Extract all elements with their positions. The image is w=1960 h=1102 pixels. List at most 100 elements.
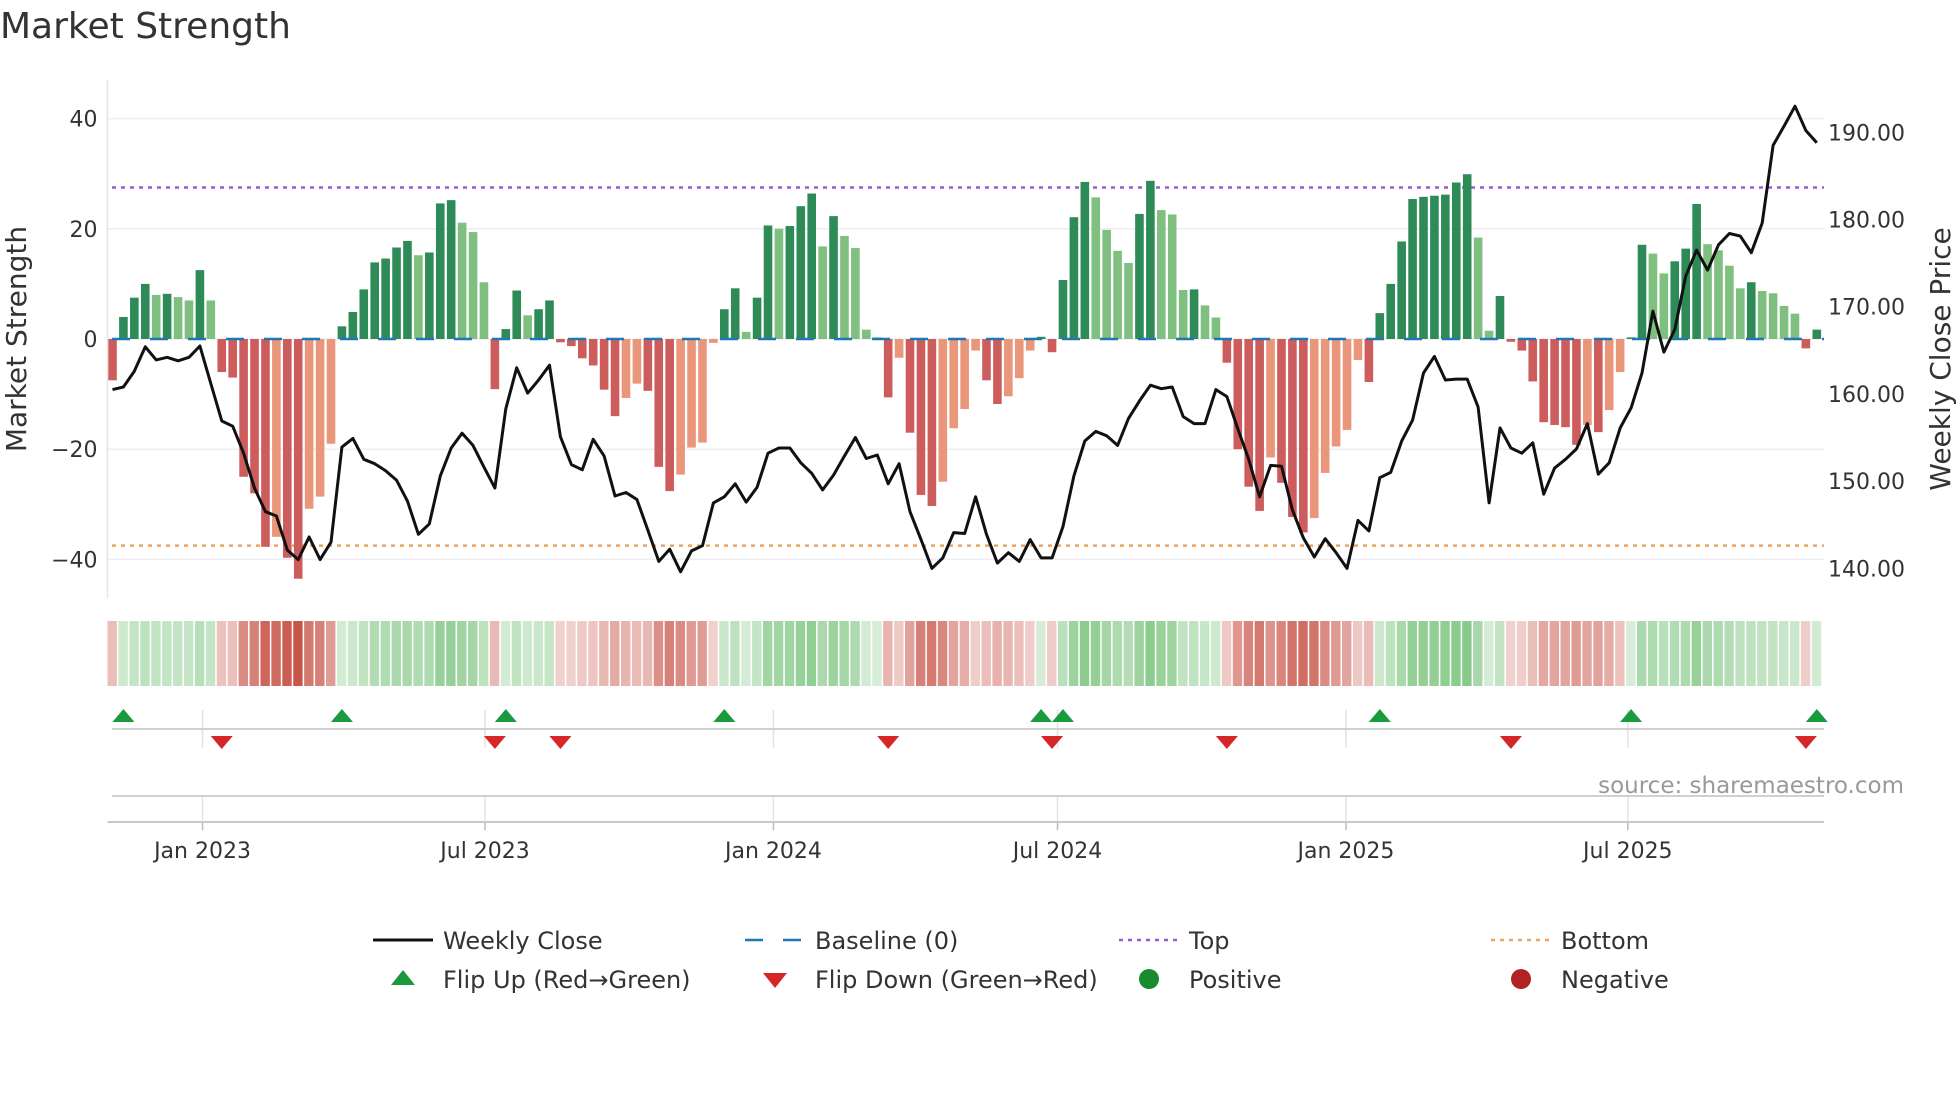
strength-bar bbox=[1757, 291, 1767, 339]
chart-title: Market Strength bbox=[0, 6, 291, 47]
strip-cell bbox=[544, 621, 554, 686]
legend-label: Flip Down (Green→Red) bbox=[815, 966, 1098, 994]
strength-bar bbox=[1266, 339, 1275, 458]
strength-bar bbox=[1277, 339, 1286, 483]
strip-cell bbox=[151, 621, 161, 686]
strip-cell bbox=[1724, 621, 1734, 686]
strip-cell bbox=[249, 621, 259, 686]
strip-cell bbox=[642, 621, 653, 686]
x-tick-label: Jul 2025 bbox=[1581, 839, 1673, 864]
legend-item-bottom: Bottom bbox=[1491, 927, 1649, 955]
strip-cell bbox=[489, 621, 500, 686]
flip-markers-panel bbox=[112, 709, 1828, 822]
strength-bar bbox=[938, 339, 948, 482]
strip-cell bbox=[1189, 621, 1199, 686]
strength-bar bbox=[1572, 339, 1581, 445]
strip-cell bbox=[1396, 621, 1407, 686]
flip-up-marker bbox=[1805, 709, 1828, 722]
strength-bar bbox=[1364, 339, 1374, 382]
strip-cell bbox=[1079, 621, 1090, 686]
strip-cell bbox=[1320, 621, 1330, 686]
strength-bar bbox=[304, 339, 314, 509]
strength-bar bbox=[785, 226, 795, 339]
x-tick-label: Jul 2023 bbox=[438, 839, 530, 864]
strength-bar bbox=[1004, 339, 1013, 397]
strength-bar bbox=[1408, 199, 1417, 339]
flip-up-marker bbox=[112, 709, 135, 722]
strength-bar bbox=[927, 339, 937, 506]
flip-up-marker bbox=[1620, 709, 1643, 722]
strength-bar bbox=[1113, 250, 1122, 339]
strip-cell bbox=[238, 621, 248, 686]
strip-cell bbox=[118, 621, 128, 686]
strength-bar bbox=[654, 339, 664, 467]
strip-cell bbox=[828, 621, 838, 686]
strength-bar bbox=[1703, 244, 1712, 339]
strip-cell bbox=[675, 621, 685, 686]
strength-bar bbox=[1124, 262, 1133, 339]
strip-cell bbox=[1549, 621, 1559, 686]
strip-cell bbox=[1571, 621, 1581, 686]
strip-cell bbox=[1440, 621, 1450, 686]
strip-cell bbox=[1090, 621, 1101, 686]
legend-label: Negative bbox=[1561, 966, 1669, 994]
strength-bar bbox=[184, 300, 194, 339]
strength-bar bbox=[1517, 339, 1527, 351]
strip-cell bbox=[1210, 621, 1221, 686]
strip-cell bbox=[315, 621, 325, 686]
strength-bar bbox=[1222, 339, 1232, 363]
flip-down-marker bbox=[549, 736, 572, 749]
strip-cell bbox=[1178, 621, 1188, 686]
strip-cell bbox=[588, 621, 598, 686]
y-axis-title: Market Strength bbox=[0, 226, 33, 452]
strip-cell bbox=[1473, 621, 1483, 686]
strip-cell bbox=[577, 621, 587, 686]
legend-label: Top bbox=[1188, 927, 1230, 955]
strip-cell bbox=[380, 621, 391, 686]
strip-cell bbox=[1309, 621, 1319, 686]
strip-cell bbox=[162, 621, 172, 686]
strip-cell bbox=[1680, 621, 1691, 686]
x-tick-label: Jul 2024 bbox=[1011, 839, 1103, 864]
strength-bar bbox=[545, 300, 554, 339]
strength-bar bbox=[1331, 339, 1341, 447]
strip-cell bbox=[347, 621, 358, 686]
strength-bar bbox=[403, 240, 412, 339]
strip-cell bbox=[260, 621, 270, 686]
y2-tick-label: 170.00 bbox=[1828, 296, 1905, 321]
strip-cell bbox=[107, 621, 117, 686]
circle-icon bbox=[1511, 969, 1531, 989]
strength-bar bbox=[1462, 174, 1472, 339]
strength-bar bbox=[556, 339, 565, 343]
strip-cell bbox=[1101, 621, 1112, 686]
strength-bar bbox=[1320, 339, 1330, 473]
strip-cell bbox=[1626, 621, 1636, 686]
strip-cell bbox=[1363, 621, 1374, 686]
strip-cell bbox=[336, 621, 347, 686]
strip-cell bbox=[1429, 621, 1439, 686]
strip-cell bbox=[1276, 621, 1286, 686]
strength-bar bbox=[741, 331, 751, 339]
strength-bar bbox=[1583, 339, 1592, 425]
strip-cell bbox=[205, 621, 216, 686]
strength-bar bbox=[1746, 282, 1756, 339]
strength-bar bbox=[501, 329, 511, 339]
strip-cell bbox=[1735, 621, 1745, 686]
strength-bar bbox=[1178, 289, 1188, 339]
strip-cell bbox=[839, 621, 849, 686]
strength-bar bbox=[687, 339, 696, 448]
strip-cell bbox=[1779, 621, 1789, 686]
strength-bar bbox=[982, 339, 991, 381]
strength-bar bbox=[195, 270, 205, 339]
y-tick-label: 40 bbox=[70, 108, 98, 133]
y2-tick-label: 150.00 bbox=[1828, 470, 1905, 495]
strength-bar bbox=[676, 339, 685, 475]
legend-label: Bottom bbox=[1561, 927, 1649, 955]
strip-cell bbox=[970, 621, 980, 686]
strip-cell bbox=[1768, 621, 1778, 686]
date-axis: Jan 2023 Jul 2023 Jan 2024 Jul 2024 Jan 2025… bbox=[107, 821, 1824, 864]
strength-bar bbox=[1135, 213, 1144, 339]
flip-down-marker bbox=[877, 736, 900, 749]
strength-bar bbox=[1812, 329, 1822, 339]
strength-bar bbox=[206, 300, 216, 339]
